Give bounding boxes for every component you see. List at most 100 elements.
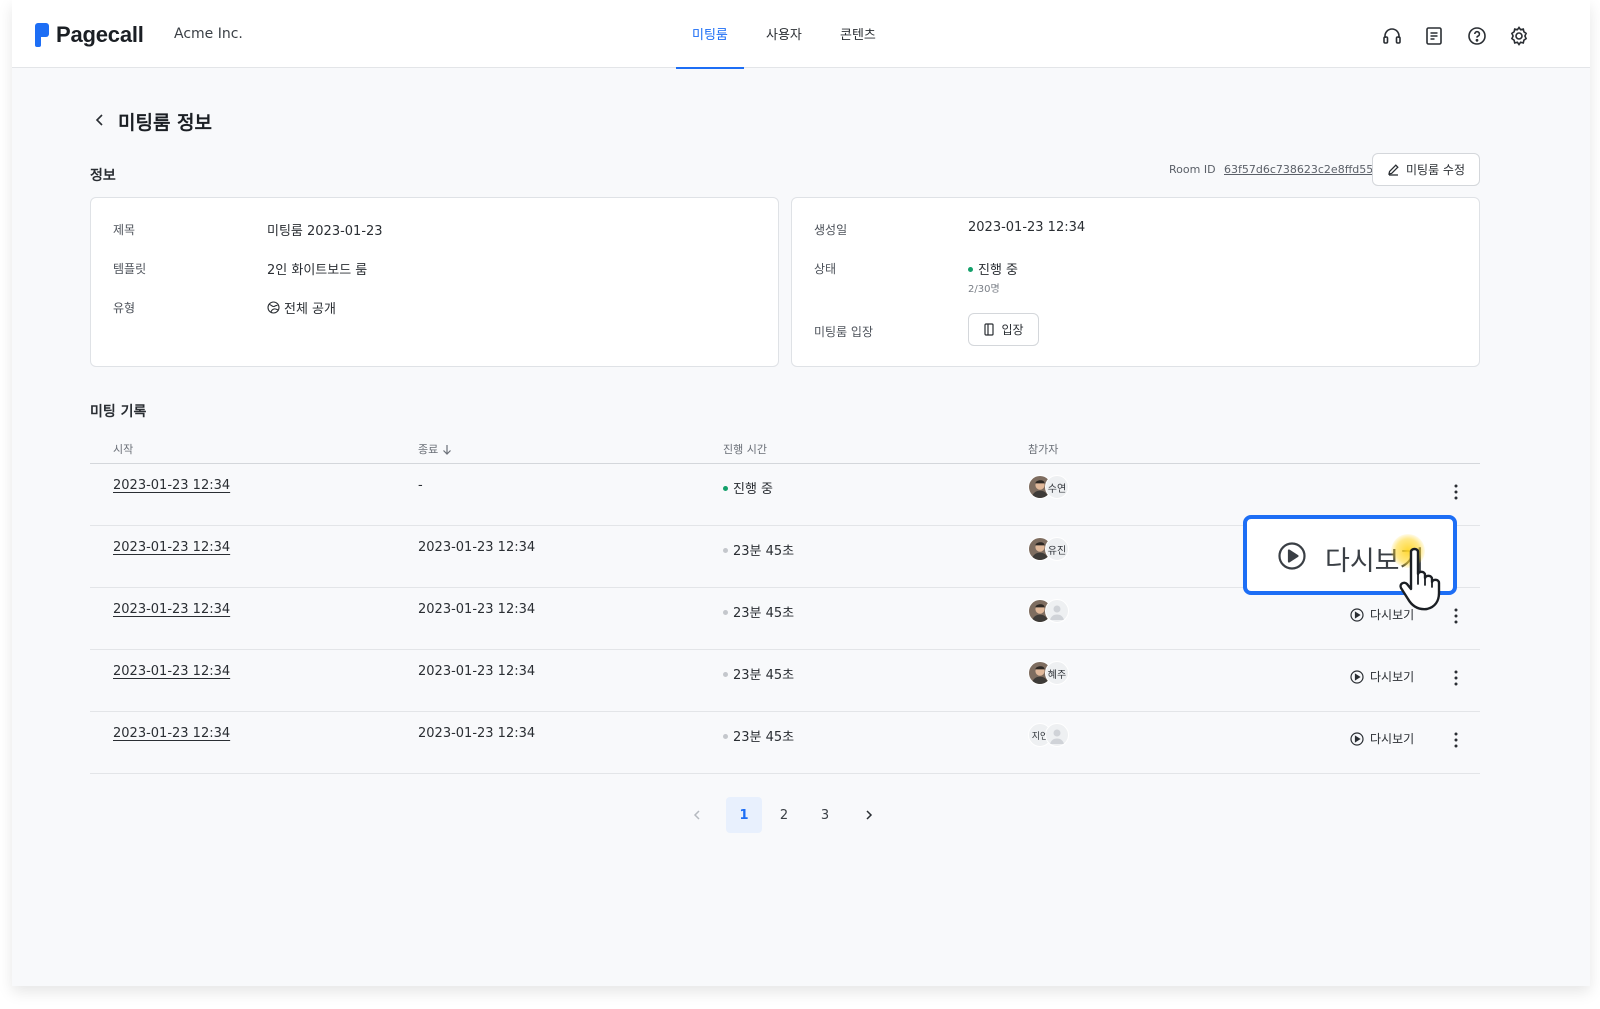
title-value: 미팅룸 2023-01-23	[267, 224, 383, 239]
top-nav: Pagecall Acme Inc. 미팅룸 사용자 콘텐츠	[12, 0, 1590, 69]
status-value: 진행 중	[968, 259, 1018, 278]
duration: 23분 45초	[723, 602, 794, 621]
status-dot	[723, 734, 728, 739]
end-time: 2023-01-23 12:34	[418, 602, 536, 617]
next-page-icon[interactable]	[863, 809, 875, 821]
edit-room-button[interactable]: 미팅룸 수정	[1372, 153, 1480, 186]
logo-text: Pagecall	[56, 22, 144, 47]
duration-label: 23분 45초	[733, 544, 795, 559]
replay-button[interactable]: 다시보기	[1350, 668, 1414, 685]
prev-page-icon[interactable]	[691, 809, 703, 821]
tab-users[interactable]: 사용자	[766, 24, 802, 68]
duration-label: 23분 45초	[733, 730, 795, 745]
records-section-title: 미팅 기록	[90, 404, 147, 420]
start-time-link[interactable]: 2023-01-23 12:34	[113, 726, 230, 741]
avatar-placeholder-icon	[1045, 723, 1069, 747]
app-window: Pagecall Acme Inc. 미팅룸 사용자 콘텐츠 미팅룸 정보 정보…	[12, 0, 1590, 986]
globe-icon	[267, 301, 280, 314]
status-count: 2/30명	[968, 284, 1000, 295]
pencil-icon	[1388, 164, 1399, 176]
avatar-initials: 수연	[1045, 475, 1069, 499]
room-id-label: Room ID	[1169, 163, 1216, 176]
enter-room-label: 입장	[1001, 323, 1024, 337]
table-row[interactable]: 2023-01-23 12:34 2023-01-23 12:34 23분 45…	[90, 712, 1480, 774]
play-circle-icon	[1278, 542, 1306, 570]
enter-room-button[interactable]: 입장	[968, 313, 1039, 346]
template-value: 2인 화이트보드 룸	[267, 263, 368, 278]
table-row[interactable]: 2023-01-23 12:34 2023-01-23 12:34 23분 45…	[90, 588, 1480, 650]
table-row[interactable]: 2023-01-23 12:34 2023-01-23 12:34 23분 45…	[90, 650, 1480, 712]
more-options-icon[interactable]	[1453, 730, 1459, 750]
participants[interactable]: 혜주	[1028, 661, 1078, 687]
type-value-label: 전체 공개	[284, 302, 336, 317]
avatar-placeholder-icon	[1045, 599, 1069, 623]
status-dot	[723, 672, 728, 677]
page-title: 미팅룸 정보	[118, 112, 213, 134]
start-time-link[interactable]: 2023-01-23 12:34	[113, 478, 230, 493]
col-header-duration[interactable]: 진행 시간	[723, 441, 767, 457]
start-time-link[interactable]: 2023-01-23 12:34	[113, 540, 230, 555]
back-chevron-icon[interactable]	[92, 112, 108, 128]
participants[interactable]: 수연	[1028, 475, 1078, 501]
col-header-end[interactable]: 종료	[418, 441, 452, 457]
replay-label: 다시보기	[1370, 732, 1415, 746]
participants[interactable]: 유진	[1028, 537, 1078, 563]
col-header-start[interactable]: 시작	[113, 441, 133, 457]
more-options-icon[interactable]	[1453, 482, 1459, 502]
duration-label: 23분 45초	[733, 668, 795, 683]
page-button-3[interactable]: 3	[807, 797, 843, 833]
end-time: 2023-01-23 12:34	[418, 726, 536, 741]
replay-label: 다시보기	[1370, 670, 1415, 684]
avatar-initials: 혜주	[1045, 661, 1069, 685]
hand-cursor-icon	[1399, 547, 1441, 611]
participants[interactable]: 지연	[1028, 723, 1078, 749]
col-header-participants[interactable]: 참가자	[1028, 441, 1058, 457]
duration: 23분 45초	[723, 540, 794, 559]
tab-meeting-rooms[interactable]: 미팅룸	[676, 24, 744, 69]
org-name[interactable]: Acme Inc.	[174, 26, 243, 42]
more-options-icon[interactable]	[1453, 668, 1459, 688]
pagecall-logo-icon	[35, 23, 49, 47]
door-icon	[984, 323, 995, 336]
settings-icon[interactable]	[1508, 25, 1530, 47]
replay-button[interactable]: 다시보기	[1350, 730, 1414, 747]
headset-icon[interactable]	[1381, 25, 1403, 47]
duration: 23분 45초	[723, 664, 794, 683]
logo[interactable]: Pagecall	[34, 22, 144, 48]
page-button-2[interactable]: 2	[766, 797, 802, 833]
title-key: 제목	[113, 223, 136, 237]
play-circle-icon	[1350, 607, 1364, 622]
help-icon[interactable]	[1466, 25, 1488, 47]
type-value: 전체 공개	[267, 298, 336, 317]
status-label: 진행 중	[978, 263, 1019, 278]
info-card-left: 제목 미팅룸 2023-01-23 템플릿 2인 화이트보드 룸 유형 전체 공…	[90, 197, 779, 367]
room-id-value[interactable]: 63f57d6c738623c2e8ffd553	[1224, 163, 1380, 176]
type-key: 유형	[113, 301, 136, 315]
start-time-link[interactable]: 2023-01-23 12:34	[113, 664, 230, 679]
info-section-title: 정보	[90, 168, 116, 184]
col-header-end-label: 종료	[418, 443, 439, 456]
status-dot	[723, 610, 728, 615]
participants[interactable]	[1028, 599, 1078, 625]
template-key: 템플릿	[113, 262, 147, 276]
start-time-link[interactable]: 2023-01-23 12:34	[113, 602, 230, 617]
live-dot	[723, 486, 728, 491]
status-dot	[723, 548, 728, 553]
end-time: 2023-01-23 12:34	[418, 540, 536, 555]
end-time: 2023-01-23 12:34	[418, 664, 536, 679]
info-card-right: 생성일 2023-01-23 12:34 상태 진행 중 2/30명 미팅룸 입…	[791, 197, 1480, 367]
tab-contents[interactable]: 콘텐츠	[840, 24, 876, 68]
enter-key: 미팅룸 입장	[814, 325, 874, 339]
page-button-1[interactable]: 1	[726, 797, 762, 833]
play-circle-icon	[1350, 731, 1364, 746]
edit-room-label: 미팅룸 수정	[1405, 163, 1465, 177]
duration: 23분 45초	[723, 726, 794, 745]
play-circle-icon	[1350, 669, 1364, 684]
duration-label: 진행 중	[733, 482, 774, 497]
duration: 진행 중	[723, 478, 773, 497]
document-icon[interactable]	[1423, 25, 1445, 47]
created-key: 생성일	[814, 223, 848, 237]
duration-label: 23분 45초	[733, 606, 795, 621]
avatar-initials: 유진	[1045, 537, 1069, 561]
created-value: 2023-01-23 12:34	[968, 220, 1086, 235]
